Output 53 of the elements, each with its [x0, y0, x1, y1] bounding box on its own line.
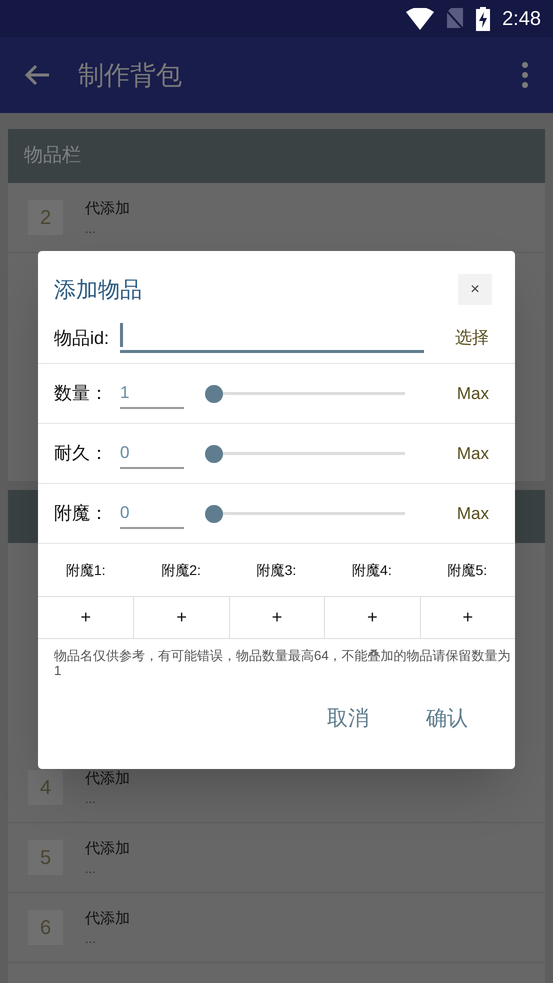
- slot-title: 代添加: [85, 769, 130, 790]
- slot-number: 2: [28, 200, 63, 235]
- field-label: 附魔：: [54, 502, 109, 525]
- add-enchant-button[interactable]: +: [38, 597, 134, 638]
- enchant-label: 附魔3:: [256, 560, 296, 580]
- screen-title: 制作背包: [78, 58, 182, 92]
- wifi-icon: [406, 8, 434, 30]
- close-button[interactable]: ×: [458, 274, 492, 305]
- add-enchant-button[interactable]: +: [324, 597, 420, 638]
- slot-title: 代添加: [85, 199, 130, 220]
- select-button[interactable]: 选择: [455, 325, 489, 351]
- slider-thumb[interactable]: [205, 384, 223, 402]
- slot-number: 5: [28, 840, 63, 875]
- enchant-label: 附魔5:: [447, 560, 488, 580]
- enchant-label: 附魔4:: [352, 560, 392, 580]
- slot-title: 代添加: [85, 909, 130, 930]
- value-input[interactable]: 0: [120, 498, 184, 528]
- add-enchant-button[interactable]: +: [228, 597, 324, 638]
- field-label: 数量：: [54, 382, 109, 405]
- field-label: 耐久：: [54, 442, 109, 465]
- max-button[interactable]: Max: [456, 380, 489, 406]
- note-text: 物品名仅供参考，有可能错误，物品数量最高64，不能叠加的物品请保留数量为1: [53, 647, 512, 678]
- max-button[interactable]: Max: [456, 440, 489, 466]
- battery-charging-icon: [476, 6, 490, 30]
- more-menu-icon[interactable]: [521, 62, 529, 88]
- add-enchant-button[interactable]: +: [133, 597, 229, 638]
- add-enchant-button[interactable]: +: [420, 597, 515, 638]
- confirm-button[interactable]: 确认: [426, 703, 468, 734]
- slot-number: 4: [28, 770, 63, 805]
- slot-number: 6: [28, 910, 63, 945]
- slot-subtitle: ...: [85, 930, 97, 947]
- field-label: 物品id:: [54, 326, 110, 350]
- enchant-label: 附魔2:: [161, 560, 201, 580]
- value-input[interactable]: 1: [120, 378, 184, 408]
- section-title: 物品栏: [24, 144, 81, 168]
- slot-subtitle: ...: [85, 220, 97, 237]
- slider-track[interactable]: [205, 504, 405, 522]
- slider-track[interactable]: [205, 444, 405, 462]
- dialog-title: 添加物品: [54, 276, 142, 304]
- slot-subtitle: ...: [85, 860, 97, 877]
- value-input[interactable]: 0: [120, 438, 184, 468]
- slot-title: 代添加: [85, 839, 130, 860]
- item-id-input[interactable]: [120, 323, 424, 353]
- back-arrow-icon[interactable]: [24, 64, 50, 86]
- slider-thumb[interactable]: [205, 504, 223, 522]
- no-sim-icon: [446, 8, 464, 30]
- slot-subtitle: ...: [85, 790, 97, 807]
- enchant-label: 附魔1:: [66, 560, 106, 580]
- slider-track[interactable]: [205, 384, 405, 402]
- cancel-button[interactable]: 取消: [327, 703, 369, 734]
- slider-thumb[interactable]: [205, 444, 223, 462]
- clock: 2:48: [502, 6, 541, 32]
- max-button[interactable]: Max: [456, 500, 489, 526]
